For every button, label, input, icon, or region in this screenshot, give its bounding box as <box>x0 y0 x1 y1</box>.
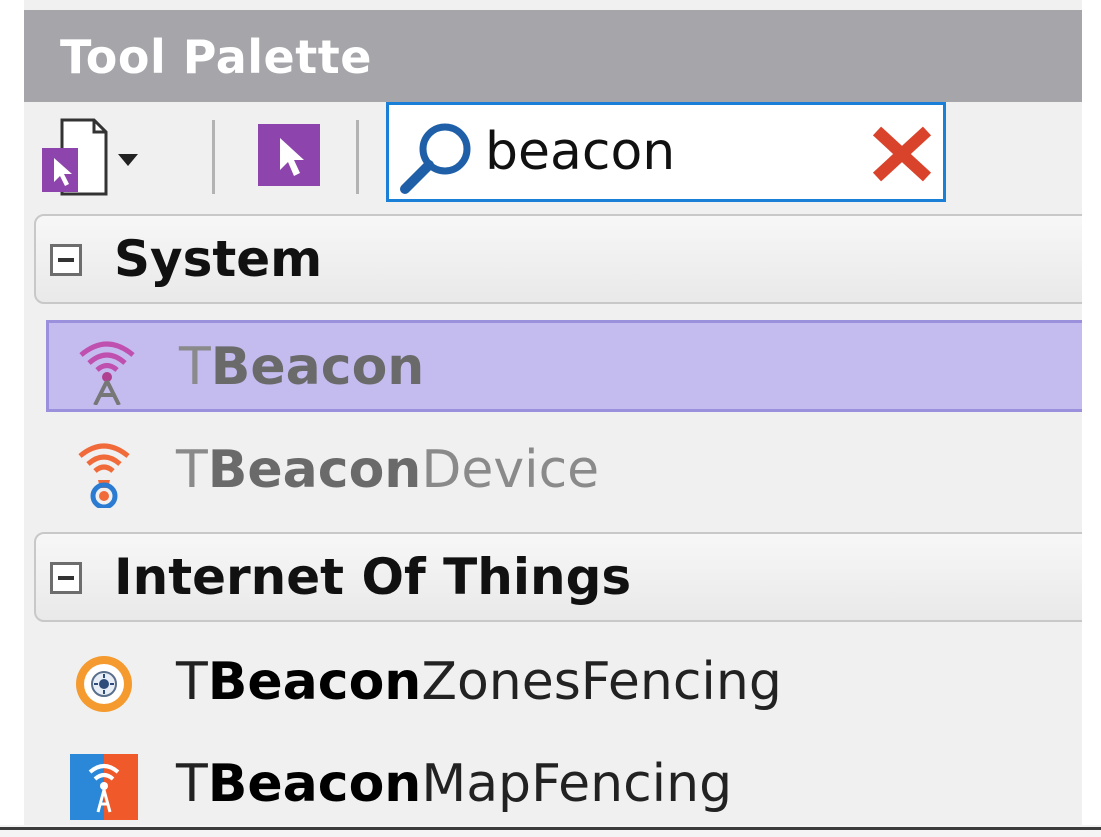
category-label: Internet Of Things <box>114 548 632 606</box>
palette-item-tbeacondevice[interactable]: TBeaconDevice <box>46 426 1082 518</box>
search-box <box>386 102 946 202</box>
item-label: TBeaconZonesFencing <box>176 652 782 712</box>
palette-item-tbeaconzonesfencing[interactable]: TBeaconZonesFencing <box>46 638 1082 730</box>
toolbar-separator <box>356 120 359 194</box>
zones-fencing-icon <box>76 656 132 712</box>
right-edge <box>1082 0 1101 825</box>
search-icon <box>400 123 471 194</box>
toolbar-separator <box>212 120 215 194</box>
new-component-dropdown-button[interactable] <box>40 116 140 198</box>
category-label: System <box>114 230 323 288</box>
collapse-icon[interactable] <box>50 244 82 276</box>
left-edge <box>0 0 24 837</box>
clear-search-icon[interactable] <box>869 123 935 185</box>
collapse-icon[interactable] <box>50 562 82 594</box>
beacon-tower-icon <box>79 341 135 405</box>
category-header-system[interactable]: System <box>34 214 1082 304</box>
pointer-icon <box>258 124 320 186</box>
map-fencing-icon <box>70 754 138 820</box>
palette-title: Tool Palette <box>60 30 372 84</box>
item-label: TBeaconMapFencing <box>176 754 733 814</box>
item-label: TBeaconDevice <box>176 440 600 500</box>
category-header-internet-of-things[interactable]: Internet Of Things <box>34 532 1082 622</box>
palette-item-tbeacon[interactable]: TBeacon <box>46 320 1082 412</box>
title-bar: Tool Palette <box>24 10 1082 102</box>
palette-item-tbeaconmapfencing[interactable]: TBeaconMapFencing <box>46 740 1082 825</box>
chevron-down-icon <box>118 154 138 166</box>
select-pointer-button[interactable] <box>256 120 326 190</box>
search-input[interactable] <box>485 119 845 185</box>
beacon-device-icon <box>78 443 130 508</box>
document-pointer-icon <box>42 118 138 196</box>
bottom-border <box>0 827 1101 830</box>
item-label: TBeacon <box>179 337 425 397</box>
toolbar <box>24 102 1082 210</box>
tool-palette-panel: Tool Palette beacon System TBeacon TBeac… <box>24 0 1082 825</box>
